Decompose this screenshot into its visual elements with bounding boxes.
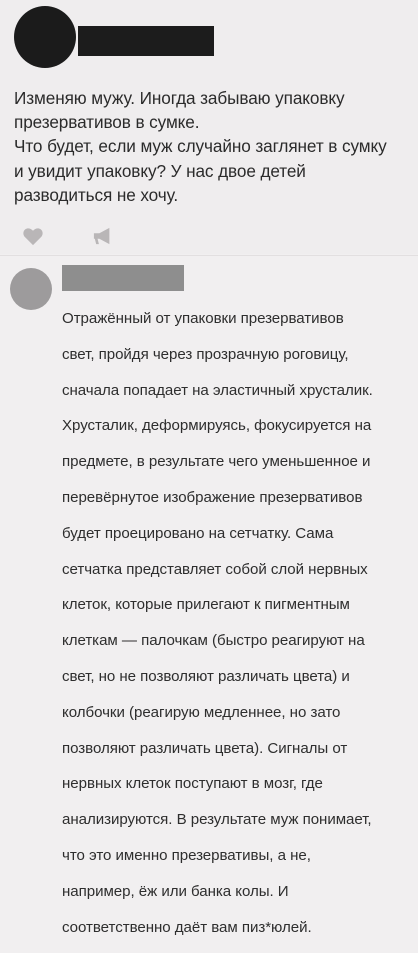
comment-avatar[interactable] bbox=[10, 268, 52, 310]
comment-line: клеткам — палочкам (быстро реагируют на bbox=[62, 632, 365, 650]
comment-line: соответственно даёт вам пиз*юлей. bbox=[62, 918, 312, 936]
comment-line: что это именно презервативы, а не, bbox=[62, 847, 311, 865]
comment-text: Отражённый от упаковки презервативов све… bbox=[62, 294, 410, 953]
comment-line: перевёрнутое изображение презервативов bbox=[62, 489, 363, 507]
comment-line: Хрусталик, деформируясь, фокусируется на bbox=[62, 417, 372, 435]
megaphone-icon[interactable] bbox=[92, 226, 114, 246]
redacted-commenter-name[interactable] bbox=[62, 265, 184, 291]
comment-line: Отражённый от упаковки презервативов bbox=[62, 310, 344, 328]
comment-line: нервных клеток поступают в мозг, где bbox=[62, 775, 323, 793]
post-card: Изменяю мужу. Иногда забываю упаковку пр… bbox=[0, 0, 418, 254]
post-text: Изменяю мужу. Иногда забываю упаковку пр… bbox=[14, 86, 404, 207]
comment-line: позволяют различать цвета). Сигналы от bbox=[62, 739, 348, 757]
comment-line: свет, но не позволяют различать цвета) и bbox=[62, 668, 350, 686]
comment-line: сначала попадает на эластичный хрусталик… bbox=[62, 381, 373, 399]
heart-icon[interactable] bbox=[22, 226, 44, 246]
post-line: и увидит упаковку? У нас двое детей bbox=[14, 160, 306, 181]
comment-card: Отражённый от упаковки презервативов све… bbox=[0, 256, 418, 936]
post-line: Изменяю мужу. Иногда забываю упаковку bbox=[14, 88, 345, 108]
comment-line: колбочки (реагирую медленнее, но зато bbox=[62, 703, 341, 721]
comment-line: клеток, которые прилегают к пигментным bbox=[62, 596, 350, 614]
post-line: Что будет, если муж случайно заглянет в … bbox=[14, 136, 387, 157]
avatar[interactable] bbox=[14, 6, 76, 68]
comment-line: будет проецировано на сетчатку. Сама bbox=[62, 524, 334, 542]
post-line: презервативов в сумке. bbox=[14, 112, 200, 133]
redacted-author-name[interactable] bbox=[78, 26, 214, 56]
comment-line: анализируются. В результате муж понимает… bbox=[62, 811, 372, 829]
comment-line: сетчатка представляет собой слой нервных bbox=[62, 560, 368, 578]
post-line: разводиться не хочу. bbox=[14, 184, 179, 205]
comment-line: например, ёж или банка колы. И bbox=[62, 882, 289, 900]
comment-line: предмете, в результате чего уменьшенное … bbox=[62, 453, 371, 471]
comment-line: свет, пройдя через прозрачную роговицу, bbox=[62, 345, 349, 363]
